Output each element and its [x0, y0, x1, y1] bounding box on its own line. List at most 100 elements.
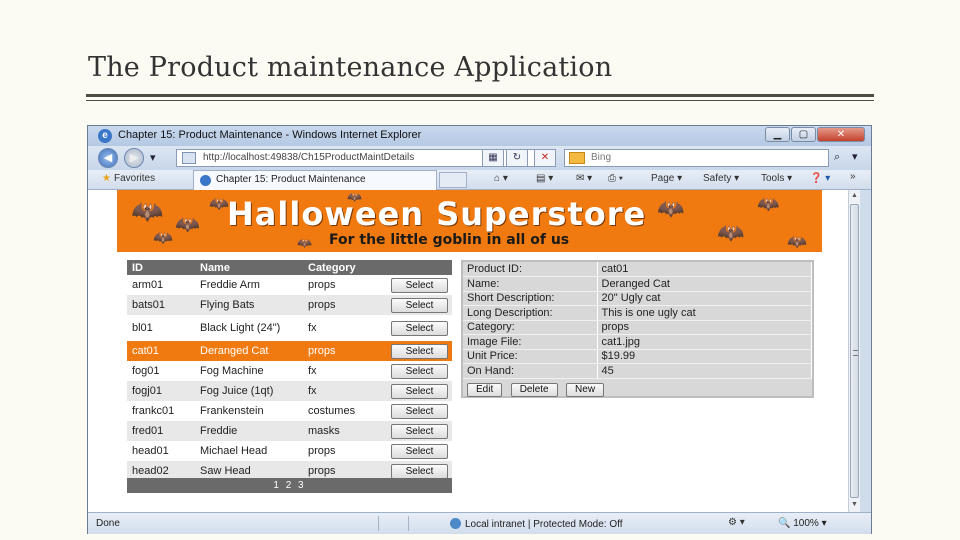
search-input[interactable]: Bing [564, 149, 829, 167]
cell-id: fogj01 [127, 381, 195, 401]
scroll-up-icon[interactable]: ▲ [849, 190, 860, 202]
favorites-button[interactable]: ★ Favorites [102, 173, 155, 184]
address-bar: ◀ ▶ ▾ http://localhost:49838/Ch15Product… [88, 146, 871, 170]
detail-row: Category: props [463, 320, 812, 335]
bat-decoration-icon: 🦇 [757, 194, 780, 214]
detail-value: This is one ugly cat [597, 305, 812, 321]
banner-headline: Halloween Superstore [227, 195, 647, 233]
safety-menu[interactable]: Safety ▾ [703, 173, 739, 184]
stop-button[interactable]: ✕ [534, 149, 556, 167]
security-zone[interactable]: Local intranet | Protected Mode: Off [450, 518, 623, 530]
grid-pager[interactable]: 1 2 3 [127, 478, 452, 493]
detail-row: Product ID: cat01 [463, 262, 812, 277]
detail-value: cat1.jpg [597, 334, 812, 350]
grid-header-category: Category [303, 260, 383, 275]
cell-id: head01 [132, 445, 169, 457]
detail-value: cat01 [597, 262, 812, 277]
tools-menu-label: Tools [761, 173, 785, 184]
scroll-thumb[interactable] [850, 204, 859, 498]
select-button[interactable]: Select [391, 320, 448, 336]
select-button[interactable]: Select [391, 443, 448, 459]
cell-name: Black Light (24") [200, 322, 281, 334]
bat-decoration-icon: 🦇 [297, 236, 312, 250]
cell-name: Michael Head [200, 445, 268, 457]
details-table: Product ID: cat01 Name: Deranged Cat Short… [463, 262, 812, 379]
cell-name: Deranged Cat [195, 341, 303, 361]
select-button[interactable]: Select [391, 343, 448, 359]
table-row: fred01 Freddie masks Select [127, 421, 452, 441]
zoom-control[interactable]: 🔍 100% ▾ [778, 518, 827, 529]
maximize-button[interactable]: ▢ [791, 127, 816, 142]
safety-menu-label: Safety [703, 173, 732, 184]
bat-decoration-icon: 🦇 [175, 214, 200, 236]
globe-icon [450, 518, 461, 529]
detail-label: Product ID: [463, 262, 598, 277]
new-button[interactable]: New [566, 383, 605, 397]
close-button[interactable]: ✕ [817, 127, 865, 142]
cell-category: fx [303, 381, 383, 401]
detail-label: Name: [463, 276, 598, 292]
detail-row: Short Description: 20" Ugly cat [463, 291, 812, 306]
home-icon[interactable]: ⌂ ▾ [494, 173, 508, 184]
select-button[interactable]: Select [391, 403, 448, 419]
browser-window: e Chapter 15: Product Maintenance - Wind… [87, 125, 872, 534]
help-icon[interactable]: ❓ ▾ [810, 173, 830, 184]
select-button[interactable]: Select [391, 297, 448, 313]
slide-title: The Product maintenance Application [88, 52, 613, 83]
table-row: bats01 Flying Bats props Select [127, 295, 452, 315]
compatibility-view-button[interactable]: ▦ [482, 149, 504, 167]
table-row: fog01 Fog Machine fx Select [127, 361, 452, 381]
search-provider-icon [569, 152, 585, 164]
bat-decoration-icon: 🦇 [131, 196, 164, 226]
status-text: Done [96, 518, 120, 529]
table-row: bl01 Black Light (24") fx Select [127, 315, 452, 341]
select-button[interactable]: Select [391, 423, 448, 439]
mail-icon[interactable]: ✉ ▾ [576, 173, 592, 184]
tab-ie-icon [200, 175, 211, 186]
bat-decoration-icon: 🦇 [153, 230, 173, 247]
cell-name: Frankenstein [200, 405, 264, 417]
refresh-button[interactable]: ↻ [506, 149, 528, 167]
select-button[interactable]: Select [391, 277, 448, 293]
cell-category: fx [308, 322, 317, 334]
delete-button[interactable]: Delete [510, 383, 558, 397]
back-button[interactable]: ◀ [98, 148, 118, 168]
cell-category: props [303, 341, 383, 361]
detail-value: 45 [597, 363, 812, 379]
feeds-icon[interactable]: ▤ ▾ [536, 173, 553, 184]
forward-button[interactable]: ▶ [124, 148, 144, 168]
tab-product-maintenance[interactable]: Chapter 15: Product Maintenance [193, 170, 437, 190]
vertical-scrollbar[interactable]: ▲ ▼ [848, 190, 860, 512]
select-button[interactable]: Select [391, 463, 448, 479]
cell-category: props [308, 279, 336, 291]
edit-button[interactable]: Edit [467, 383, 503, 397]
select-button[interactable]: Select [391, 383, 448, 399]
select-button[interactable]: Select [391, 363, 448, 379]
new-tab-button[interactable] [439, 172, 467, 188]
minimize-button[interactable]: ▁ [765, 127, 790, 142]
tools-menu[interactable]: Tools ▾ [761, 173, 792, 184]
table-row: head01 Michael Head props Select [127, 441, 452, 461]
cell-category: masks [303, 421, 383, 441]
chevron-more-icon[interactable]: » [850, 171, 856, 182]
cell-id: bats01 [127, 295, 195, 315]
cell-id: cat01 [127, 341, 195, 361]
detail-label: Category: [463, 320, 598, 335]
page-content: 🦇 🦇 🦇 🦇 🦇 🦇 🦇 🦇 🦇 🦇 Halloween Superstore… [88, 190, 858, 512]
tab-label: Chapter 15: Product Maintenance [216, 174, 366, 185]
detail-value: 20" Ugly cat [597, 291, 812, 306]
window-title: Chapter 15: Product Maintenance - Window… [118, 129, 422, 141]
cell-category: fx [308, 365, 317, 377]
recent-pages-dropdown-icon[interactable]: ▾ [150, 151, 156, 164]
cell-id: bl01 [132, 322, 153, 334]
scroll-down-icon[interactable]: ▼ [849, 499, 860, 511]
protected-mode-icon[interactable]: ⚙ ▾ [728, 517, 745, 528]
search-options-icon[interactable]: ▾ [852, 150, 858, 163]
search-icon[interactable]: ⌕ [834, 151, 840, 164]
detail-label: Unit Price: [463, 349, 598, 364]
products-grid: ID Name Category arm01 Freddie Arm props… [127, 260, 452, 481]
print-icon[interactable]: ⎙ ▾ [608, 173, 623, 184]
favorites-label: Favorites [113, 173, 156, 184]
bat-decoration-icon: 🦇 [657, 196, 685, 221]
page-menu[interactable]: Page ▾ [651, 173, 682, 184]
